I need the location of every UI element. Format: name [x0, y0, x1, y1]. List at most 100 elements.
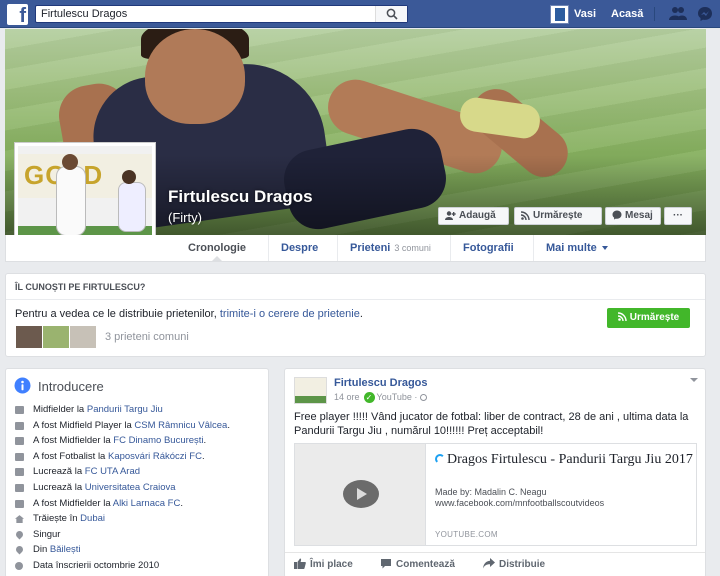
top-navigation-bar: f Vasi Acasă [0, 0, 720, 28]
chevron-down-icon [601, 246, 608, 250]
intro-item-link[interactable]: Pandurii Targu Jiu [87, 404, 163, 415]
link-title-text: Dragos Firtulescu - Pandurii Targu Jiu 2… [447, 452, 693, 467]
like-button[interactable]: Îmi place [294, 558, 353, 570]
tab-timeline[interactable]: Cronologie [176, 235, 258, 261]
intro-item-link[interactable]: FC UTA Arad [85, 466, 140, 477]
comment-button[interactable]: Comentează [380, 558, 455, 570]
mutual-friends-link[interactable]: 3 prieteni comuni [105, 331, 189, 343]
tab-friends-label: Prieteni [350, 242, 391, 254]
share-label: Distribuie [499, 559, 546, 570]
user-name-link[interactable]: Vasi [574, 8, 596, 20]
message-icon [612, 210, 622, 220]
briefcase-icon [15, 452, 24, 461]
chevron-down-icon[interactable] [690, 378, 698, 382]
do-you-know-heading: ÎL CUNOȘTI PE FIRTULESCU? [6, 274, 705, 300]
link-preview-card[interactable]: Dragos Firtulescu - Pandurii Targu Jiu 2… [294, 443, 697, 546]
post-timestamp[interactable]: 14 ore [334, 392, 360, 402]
video-thumbnail[interactable] [295, 444, 426, 545]
post-source: YouTube [376, 392, 412, 402]
tab-friends[interactable]: Prieteni 3 comuni [337, 235, 443, 261]
clock-icon [15, 561, 23, 570]
follow-button[interactable]: Urmărește [514, 207, 602, 225]
follow-green-button[interactable]: Urmărește [607, 308, 690, 328]
thumbs-up-icon [294, 558, 306, 569]
intro-item-text: Lucrează la [33, 466, 85, 478]
intro-item-text: Trăiește în [33, 513, 81, 525]
post-actions-bar: Îmi place Comentează Distribuie [285, 552, 705, 572]
link-title[interactable]: Dragos Firtulescu - Pandurii Targu Jiu 2… [435, 451, 693, 468]
avatar[interactable] [43, 326, 69, 348]
briefcase-icon [15, 437, 24, 446]
share-button[interactable]: Distribuie [483, 558, 545, 570]
intro-item-suffix: . [203, 435, 207, 447]
intro-item-link[interactable]: Băilești [50, 544, 81, 555]
link-author: Made by: Madalin C. Neagu [435, 487, 547, 497]
search-button[interactable] [375, 6, 407, 22]
share-icon [483, 558, 495, 569]
mutual-friends-avatars[interactable] [16, 326, 98, 348]
send-friend-request-link[interactable]: trimite-i o cerere de prietenie [220, 308, 360, 320]
intro-item: Midfielder la Pandurii Targu Jiu [15, 404, 230, 420]
intro-item: A fost Midfielder la Alki Larnaca FC. [15, 498, 230, 514]
briefcase-icon [15, 499, 24, 508]
intro-item: Lucrează la FC UTA Arad [15, 466, 230, 482]
intro-item-text: A fost Midfielder la [33, 497, 113, 509]
intro-item: Data înscrierii octombrie 2010 [15, 560, 230, 576]
profile-name[interactable]: Firtulescu Dragos [168, 187, 313, 207]
intro-item-link[interactable]: Alki Larnaca FC [113, 498, 181, 509]
link-url: www.facebook.com/mnfootballscoutvideos [435, 498, 605, 508]
tab-photos-label: Fotografii [463, 242, 514, 254]
tab-more-label: Mai multe [546, 242, 597, 254]
intro-item-text: Midfielder la [33, 404, 87, 415]
add-friend-label: Adaugă [459, 210, 496, 221]
do-you-know-card: ÎL CUNOȘTI PE FIRTULESCU? Pentru a vedea… [5, 273, 706, 357]
privacy-globe-icon[interactable] [420, 394, 428, 401]
post-author-link[interactable]: Firtulescu Dragos [334, 377, 428, 389]
tab-photos[interactable]: Fotografii [450, 235, 526, 261]
heart-icon [14, 529, 25, 540]
facebook-logo-icon[interactable]: f [7, 4, 28, 27]
tab-more[interactable]: Mai multe [533, 235, 620, 261]
topbar-divider [654, 7, 655, 21]
rss-icon [617, 312, 627, 322]
intro-item-link[interactable]: Dubai [80, 513, 105, 524]
profile-nickname: (Firty) [168, 210, 202, 225]
follow-label: Urmărește [533, 210, 583, 221]
avatar[interactable] [16, 326, 42, 348]
intro-item-link[interactable]: FC Dinamo București [113, 435, 203, 446]
intro-item: A fost Midfield Player la CSM Râmnicu Vâ… [15, 420, 230, 436]
search-input[interactable] [36, 6, 376, 22]
intro-item-link[interactable]: Universitatea Craiova [85, 482, 176, 493]
intro-item-suffix: . [201, 450, 205, 462]
intro-item: Lucrează la Universitatea Craiova [15, 482, 230, 498]
tab-about[interactable]: Despre [268, 235, 330, 261]
friend-requests-icon[interactable] [669, 6, 687, 21]
loading-spinner-icon [435, 454, 445, 464]
post-meta: 14 ore ✓ YouTube · [334, 392, 428, 403]
globe-icon [14, 377, 31, 394]
intro-card: Introducere Midfielder la Pandurii Targu… [5, 368, 269, 576]
follow-green-label: Urmărește [629, 312, 680, 323]
tab-timeline-label: Cronologie [188, 242, 247, 254]
intro-item: Din Băilești [14, 544, 230, 560]
prompt-suffix: . [359, 308, 363, 320]
intro-item-link[interactable]: Kaposvári Rákóczi FC [108, 451, 202, 462]
home-link[interactable]: Acasă [611, 8, 643, 20]
intro-title-label: Introducere [38, 379, 104, 394]
more-options-label: ··· [673, 210, 683, 221]
briefcase-icon [15, 406, 24, 414]
intro-list: Midfielder la Pandurii Targu Jiu A fost … [14, 404, 230, 576]
graduation-icon [15, 483, 24, 492]
message-button[interactable]: Mesaj [605, 207, 661, 225]
intro-item-link[interactable]: CSM Râmnicu Vâlcea [134, 420, 227, 431]
avatar[interactable] [294, 377, 327, 404]
play-icon[interactable] [343, 480, 379, 508]
comment-label: Comentează [396, 559, 455, 570]
more-options-button[interactable]: ··· [664, 207, 692, 225]
messenger-icon[interactable] [697, 6, 713, 22]
add-friend-button[interactable]: Adaugă [438, 207, 509, 225]
intro-item-suffix: . [227, 419, 230, 431]
profile-tabs: Cronologie Despre Prieteni 3 comuni Fotog… [5, 235, 706, 262]
avatar[interactable] [70, 326, 96, 348]
user-avatar[interactable] [550, 5, 569, 24]
